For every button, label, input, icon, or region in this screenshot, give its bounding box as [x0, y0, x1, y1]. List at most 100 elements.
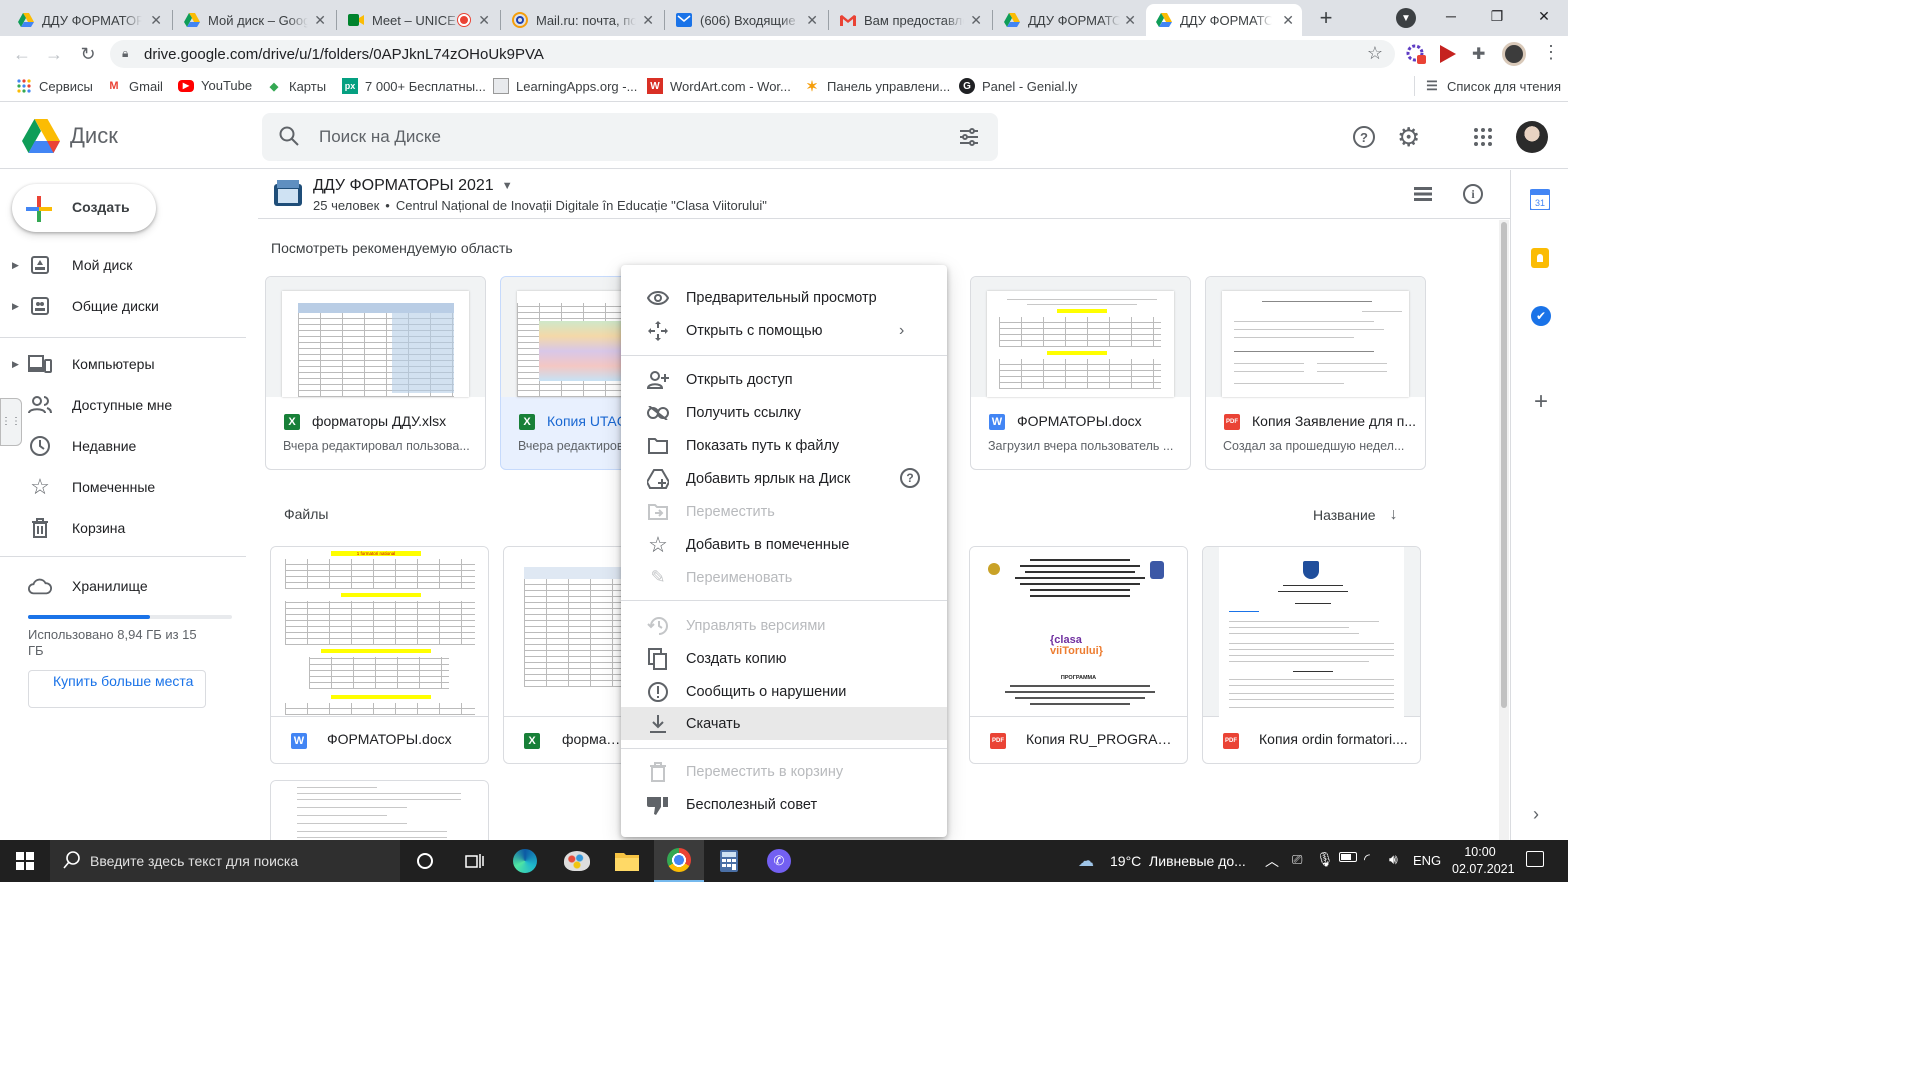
buy-storage-button[interactable]: Купить больше места [28, 670, 206, 708]
address-bar[interactable]: 🔒︎ drive.google.com/drive/u/1/folders/0A… [110, 40, 1395, 68]
chevron-right-icon[interactable]: › [1533, 804, 1539, 825]
file-explorer-icon[interactable] [602, 840, 652, 882]
viber-icon[interactable]: ✆ [754, 840, 804, 882]
sort-button[interactable]: Название ↓ [1313, 506, 1398, 524]
close-window-icon[interactable]: ✕ [1520, 0, 1568, 32]
search-options-icon[interactable] [958, 127, 980, 147]
help-icon[interactable]: ? [1353, 126, 1375, 148]
bookmark-px[interactable]: px 7 000+ Бесплатны... [342, 78, 486, 94]
expand-arrow-icon[interactable]: ▶ [12, 260, 19, 271]
cortana-icon[interactable] [400, 840, 450, 882]
suggested-card[interactable]: PDF Копия Заявление для п... Создал за п… [1205, 276, 1426, 470]
forward-arrow-icon[interactable]: → [42, 42, 66, 66]
tab-search-icon[interactable]: ▼ [1396, 8, 1416, 28]
nav-shared-drives[interactable]: ▶ Общие диски [0, 289, 250, 323]
file-card[interactable] [270, 780, 489, 840]
tray-chevron-up-icon[interactable]: ︿ [1265, 851, 1279, 871]
menu-item-add-starred[interactable]: ☆ Добавить в помеченные [621, 528, 947, 561]
volume-icon[interactable]: 🔊︎ [1389, 851, 1398, 868]
menu-item-rename[interactable]: ✎ Переименовать [621, 561, 947, 594]
new-tab-button[interactable]: + [1314, 4, 1338, 32]
settings-gear-icon[interactable]: ⚙ [1397, 122, 1420, 153]
nav-my-drive[interactable]: ▶ Мой диск [0, 248, 250, 282]
create-button[interactable]: Создать [12, 184, 156, 232]
tab-3[interactable]: Mail.ru: почта, по ✕ [502, 4, 662, 36]
search-input[interactable]: Поиск на Диске [319, 127, 441, 147]
microphone-icon[interactable]: 🎙︎ [1316, 851, 1334, 868]
tab-7-active[interactable]: ДДУ ФОРМАТОР ✕ [1146, 4, 1302, 36]
bookmark-maps[interactable]: ◆ Карты [266, 78, 326, 94]
taskbar-search-box[interactable]: Введите здесь текст для поиска [50, 840, 400, 882]
close-icon[interactable]: ✕ [642, 12, 654, 29]
extensions-puzzle-icon[interactable]: ✚ [1472, 44, 1485, 64]
nav-storage[interactable]: Хранилище [0, 569, 250, 603]
close-icon[interactable]: ✕ [970, 12, 982, 29]
windows-start-icon[interactable] [0, 840, 50, 882]
tab-6[interactable]: ДДУ ФОРМАТОР ✕ [994, 4, 1144, 36]
expand-arrow-icon[interactable]: ▶ [12, 301, 19, 312]
extension-icon[interactable] [1406, 44, 1426, 64]
expand-arrow-icon[interactable]: ▶ [12, 359, 19, 370]
tab-4[interactable]: (606) Входящие - ✕ [666, 4, 826, 36]
edge-icon[interactable] [500, 840, 550, 882]
nav-computers[interactable]: ▶ Компьютеры [0, 347, 250, 381]
search-box[interactable]: Поиск на Диске [262, 113, 998, 161]
nav-shared-with-me[interactable]: Доступные мне [0, 388, 250, 422]
scrollbar-thumb[interactable] [1501, 222, 1507, 708]
search-icon[interactable] [278, 125, 302, 149]
drive-app-name[interactable]: Диск [70, 123, 118, 149]
close-icon[interactable]: ✕ [478, 12, 490, 29]
bookmark-youtube[interactable]: ▶ YouTube [178, 78, 252, 93]
calculator-icon[interactable] [704, 840, 754, 882]
battery-icon[interactable] [1339, 852, 1357, 862]
reload-icon[interactable]: ↻ [76, 42, 100, 66]
menu-item-not-helpful[interactable]: Бесполезный совет [621, 788, 947, 821]
clock[interactable]: 10:00 02.07.2021 [1452, 844, 1515, 878]
bookmark-wordart[interactable]: W WordArt.com - Wor... [647, 78, 791, 94]
reading-list-button[interactable]: ☰ Список для чтения [1424, 78, 1561, 94]
tray-app-icon[interactable]: ⎚ [1292, 852, 1302, 868]
paint-icon[interactable] [552, 840, 602, 882]
tab-2[interactable]: Meet – UNICE ✕ [338, 4, 498, 36]
help-icon[interactable]: ? [900, 468, 920, 488]
tab-0[interactable]: ДДУ ФОРМАТОРЫ ✕ [8, 4, 170, 36]
account-avatar[interactable] [1516, 121, 1548, 153]
menu-item-move[interactable]: Переместить [621, 495, 947, 528]
nav-trash[interactable]: Корзина [0, 511, 250, 545]
file-card[interactable]: 1 formatori national W ФОРМАТОРЫ.docx [270, 546, 489, 764]
bookmark-genially[interactable]: G Panel - Genial.ly [959, 78, 1077, 94]
more-vert-icon[interactable]: ⋮ [1542, 42, 1560, 63]
file-card[interactable]: PDF Копия ordin formatori.... [1202, 546, 1421, 764]
bookmark-services[interactable]: Сервисы [16, 78, 93, 94]
menu-item-download[interactable]: Скачать [621, 707, 947, 740]
close-icon[interactable]: ✕ [314, 12, 326, 29]
bookmark-panel[interactable]: ✶ Панель управлени... [804, 78, 950, 94]
scrollbar-track[interactable] [1499, 220, 1509, 840]
back-arrow-icon[interactable]: ← [10, 42, 34, 66]
extension-play-icon[interactable] [1440, 45, 1456, 63]
menu-item-add-shortcut[interactable]: Добавить ярлык на Диск ? [621, 462, 947, 495]
keep-icon[interactable] [1531, 248, 1549, 268]
tasks-icon[interactable]: ✔ [1531, 306, 1551, 326]
menu-item-preview[interactable]: Предварительный просмотр [621, 281, 947, 314]
language-indicator[interactable]: ENG [1413, 853, 1441, 868]
close-icon[interactable]: ✕ [1124, 12, 1136, 29]
folder-members[interactable]: 25 человек [313, 198, 379, 213]
close-icon[interactable]: ✕ [150, 12, 162, 29]
menu-item-move-to-trash[interactable]: Переместить в корзину [621, 755, 947, 788]
notifications-icon[interactable] [1526, 851, 1544, 867]
drive-logo-icon[interactable] [22, 119, 60, 153]
bookmark-learningapps[interactable]: LearningApps.org -... [493, 78, 637, 94]
menu-item-make-copy[interactable]: Создать копию [621, 642, 947, 675]
close-icon[interactable]: ✕ [806, 12, 818, 29]
profile-avatar[interactable] [1502, 42, 1526, 66]
menu-item-open-with[interactable]: Открыть с помощью › [621, 314, 947, 347]
menu-item-report-abuse[interactable]: Сообщить о нарушении [621, 675, 947, 708]
google-apps-icon[interactable] [1474, 128, 1492, 146]
bookmark-gmail[interactable]: M Gmail [106, 78, 163, 94]
add-addon-icon[interactable]: + [1529, 390, 1553, 414]
menu-item-get-link[interactable]: Получить ссылку [621, 396, 947, 429]
file-card[interactable]: {clasa viiTorului} ПРОГРАММА PDF Копия RU… [969, 546, 1188, 764]
list-view-icon[interactable] [1414, 187, 1432, 201]
tab-1[interactable]: Мой диск – Goog ✕ [174, 4, 334, 36]
